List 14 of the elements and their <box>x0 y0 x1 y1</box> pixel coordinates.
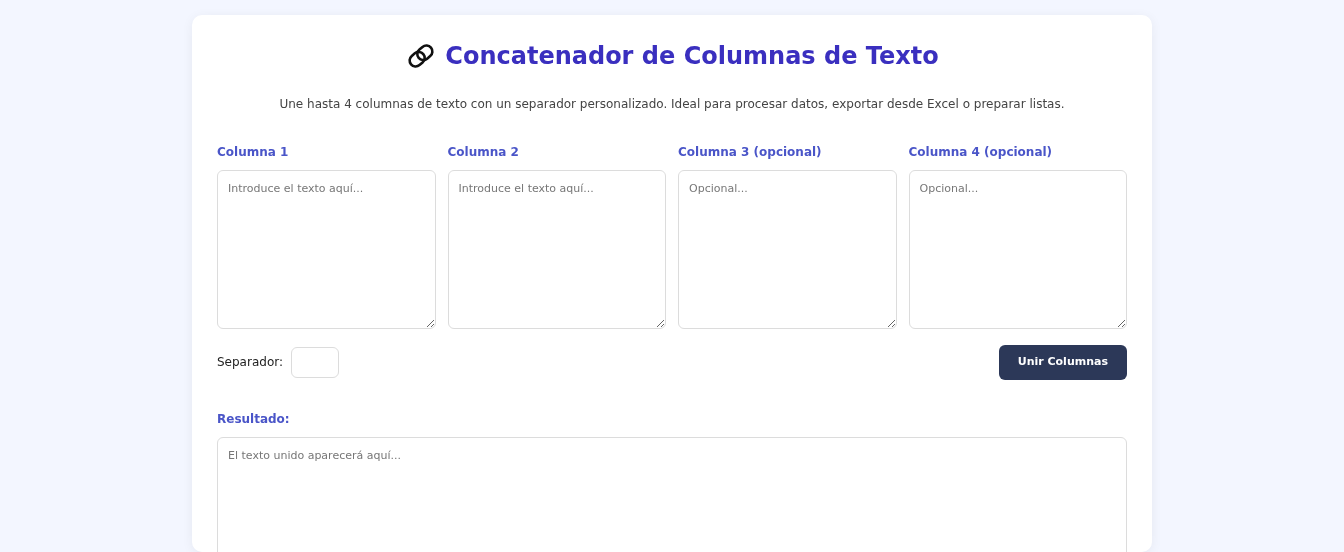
result-label: Resultado: <box>217 410 291 428</box>
column-text-field[interactable]: Introduce el texto aquí... <box>447 170 666 329</box>
page-title: Concatenador de Columnas de Texto <box>445 41 939 71</box>
column-label: Columna 1 <box>217 144 290 161</box>
column-text-field[interactable]: Opcional... <box>908 170 1127 329</box>
column-label: Columna 4 (opcional) <box>908 144 1054 161</box>
description-text: Une hasta 4 columnas de texto con un separador personalizado. Ideal para procesar datos, exportar desde Excel o preparar listas. <box>278 96 1066 113</box>
result-field[interactable]: El texto unido aparecerá aquí... <box>217 436 1127 552</box>
separator-label: Separador: <box>217 354 283 372</box>
join-columns-button[interactable]: Unir Columnas <box>998 345 1127 380</box>
column-text-field[interactable]: Introduce el texto aquí... <box>217 170 436 329</box>
column-label: Columna 2 <box>447 144 520 161</box>
column-label: Columna 3 (opcional) <box>678 144 823 161</box>
column-text-field[interactable]: Opcional... <box>678 170 897 329</box>
